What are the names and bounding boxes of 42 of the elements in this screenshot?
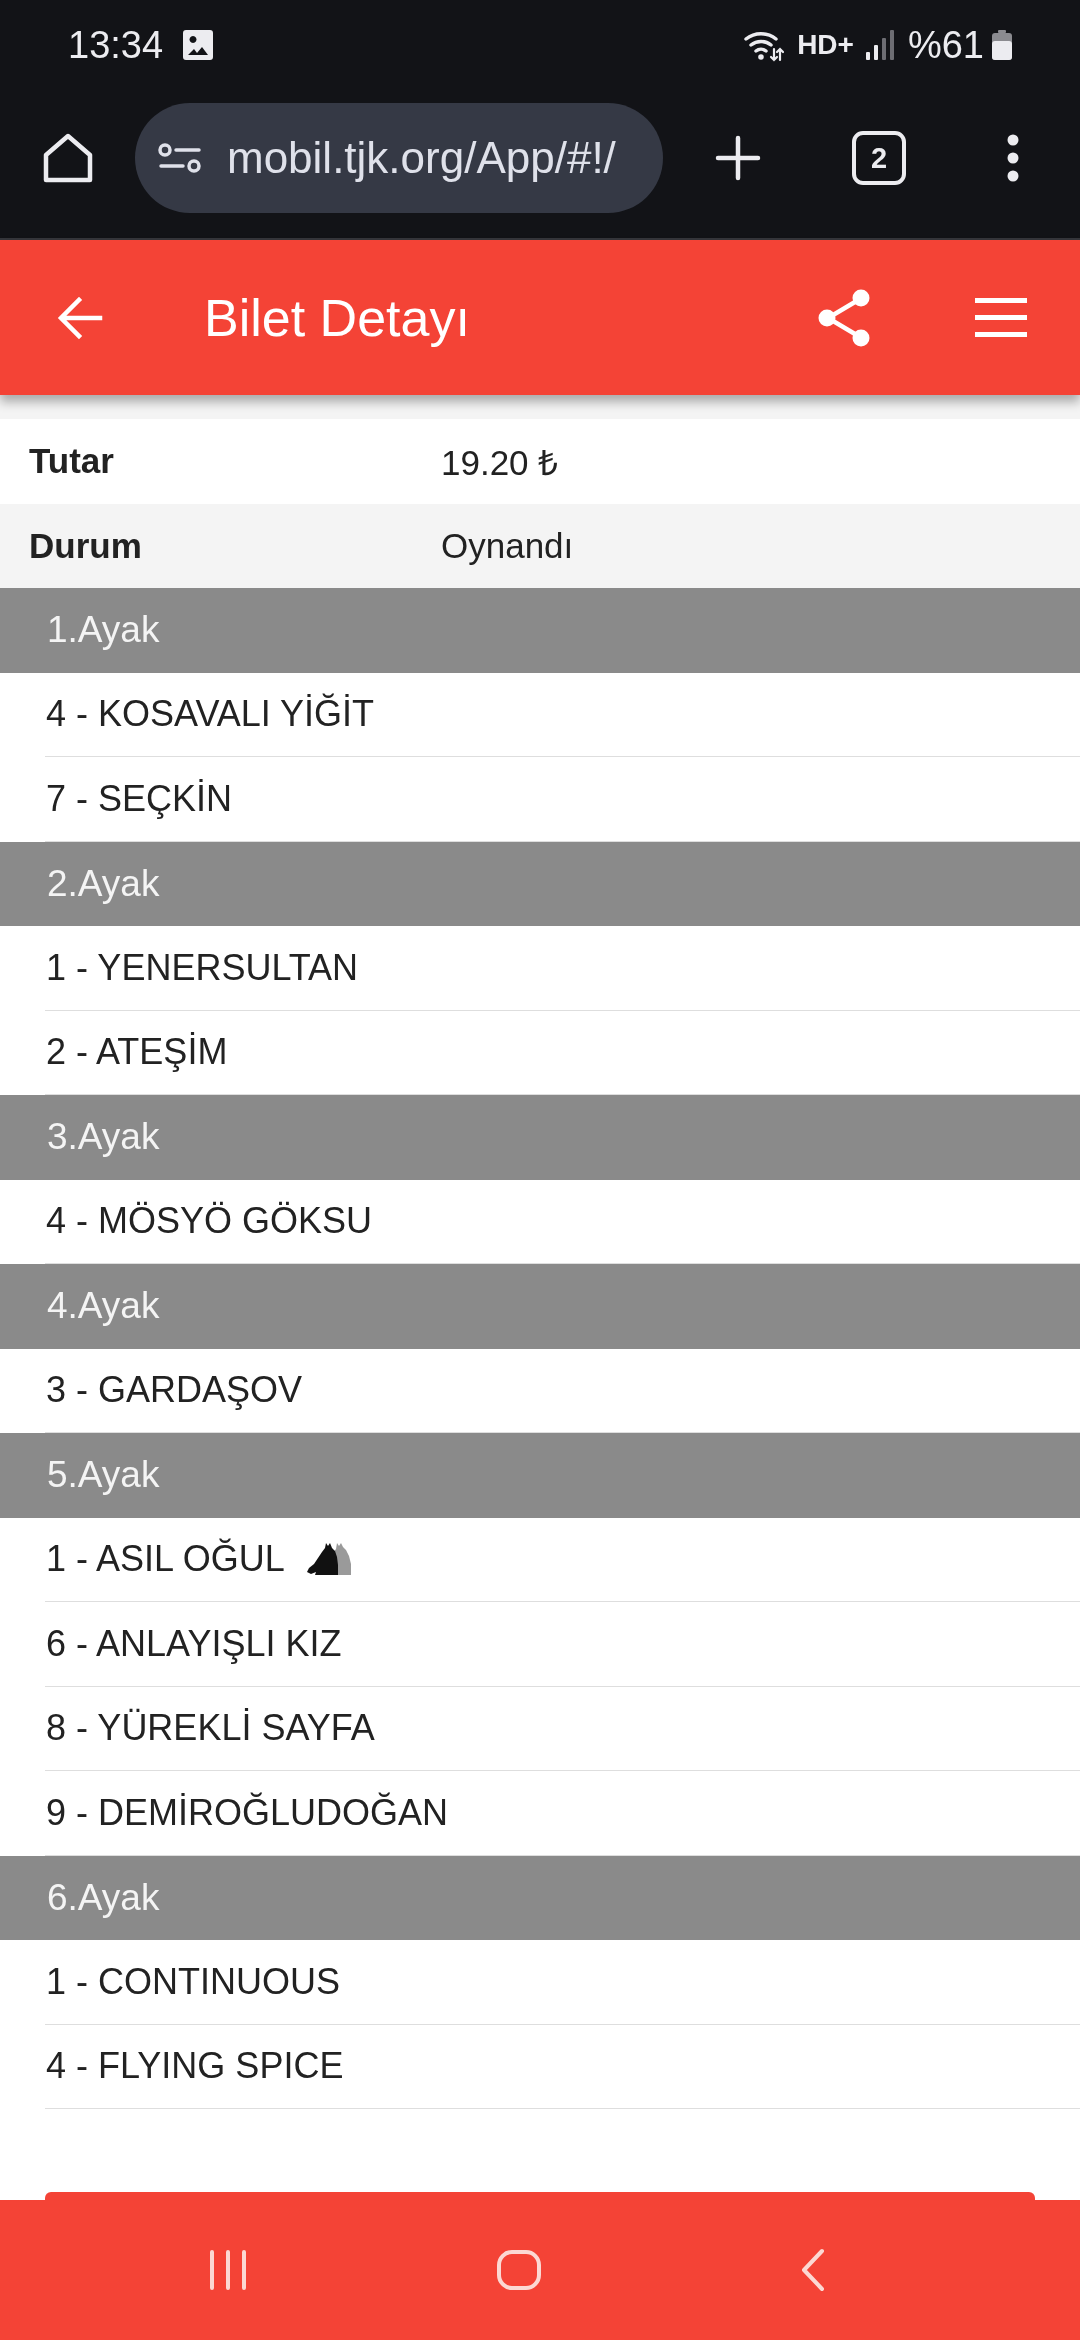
hd-voice-label: HD+ <box>797 29 854 61</box>
horse-name: 1 - ASIL OĞUL <box>46 1538 285 1581</box>
more-icon[interactable] <box>1005 134 1020 182</box>
horse-name: 9 - DEMİROĞLUDOĞAN <box>46 1791 449 1834</box>
battery-icon <box>992 30 1012 60</box>
detail-label: Durum <box>29 525 143 566</box>
back-arrow-icon[interactable] <box>57 295 103 340</box>
detail-value: Oynandı <box>441 525 574 566</box>
horse-name: 7 - SEÇKİN <box>46 777 233 820</box>
horse-name: 1 - CONTINUOUS <box>46 1960 340 2003</box>
plus-icon[interactable] <box>715 135 761 181</box>
home-button-icon[interactable] <box>496 2249 542 2291</box>
horse-name: 4 - KOSAVALI YİĞİT <box>46 693 375 736</box>
detail-value: 19.20 ₺ <box>441 441 559 484</box>
status-time: 13:34 <box>68 23 164 67</box>
leg-header: 2.Ayak <box>0 841 1080 926</box>
recent-apps-icon[interactable] <box>208 2249 248 2291</box>
leg-header: 1.Ayak <box>0 588 1080 673</box>
horse-name: 6 - ANLAYIŞLI KIZ <box>46 1622 342 1665</box>
home-icon[interactable] <box>41 133 94 183</box>
horse-name: 3 - GARDAŞOV <box>46 1369 303 1412</box>
signal-icon <box>865 30 894 60</box>
battery-percentage: %61 <box>907 23 984 67</box>
horse-name: 1 - YENERSULTAN <box>46 946 359 989</box>
leg-header: 6.Ayak <box>0 1855 1080 1940</box>
horse-name: 4 - FLYING SPICE <box>46 2045 344 2088</box>
share-icon[interactable] <box>818 288 870 347</box>
address-bar[interactable]: mobil.tjk.org/App/#!/ <box>135 103 663 213</box>
tab-count-button[interactable]: 2 <box>852 131 906 185</box>
horse-name: 8 - YÜREKLİ SAYFA <box>46 1707 375 1750</box>
detail-label: Tutar <box>29 441 115 482</box>
horse-name: 2 - ATEŞİM <box>46 1031 228 1074</box>
back-icon[interactable] <box>800 2248 826 2292</box>
leg-header: 4.Ayak <box>0 1264 1080 1349</box>
leg-header: 5.Ayak <box>0 1433 1080 1518</box>
tune-icon[interactable] <box>158 143 202 173</box>
leg-header: 3.Ayak <box>0 1095 1080 1180</box>
horse-name: 4 - MÖSYÖ GÖKSU <box>46 1200 373 1243</box>
menu-icon[interactable] <box>975 297 1027 338</box>
page-title: Bilet Detayı <box>204 287 470 348</box>
image-icon <box>182 29 215 61</box>
horse-heads-icon <box>306 1542 351 1577</box>
